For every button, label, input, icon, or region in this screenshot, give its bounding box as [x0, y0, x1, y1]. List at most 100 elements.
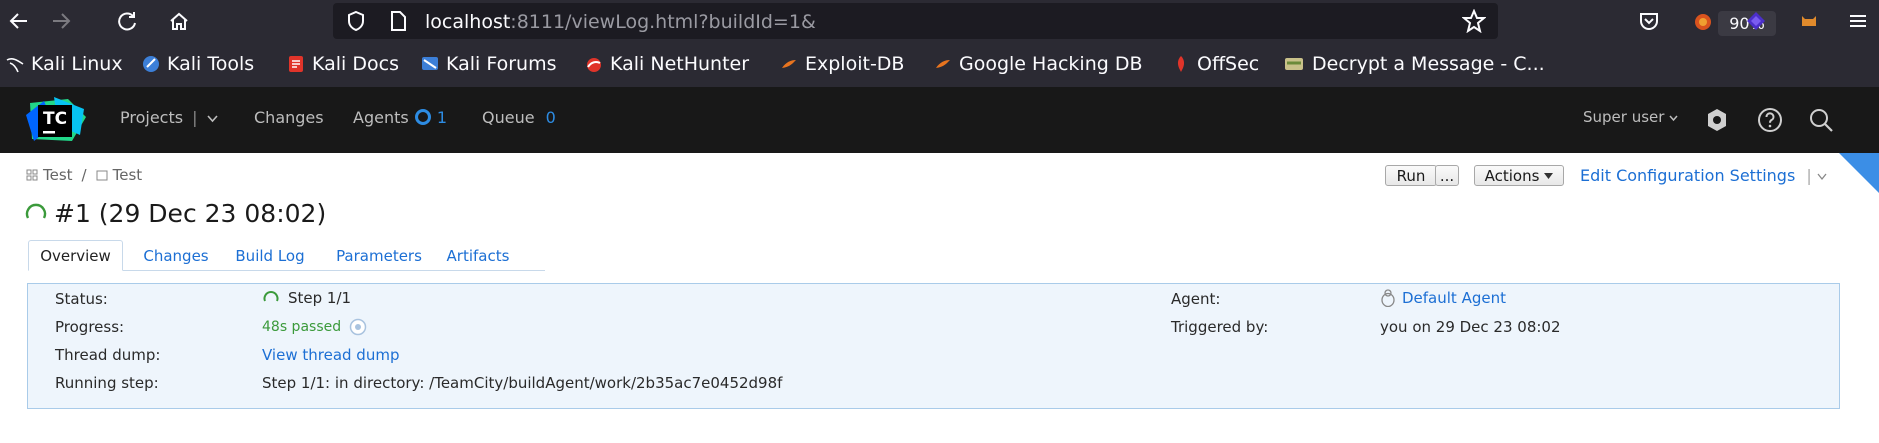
nav-changes[interactable]: Changes	[254, 108, 324, 127]
bookmark-label: Kali Forums	[446, 53, 557, 75]
offsec-icon	[1177, 56, 1185, 72]
bookmark-label: Decrypt a Message - C...	[1312, 53, 1545, 75]
bookmark-kali-docs[interactable]: Kali Docs	[287, 53, 399, 75]
nav-projects-label: Projects	[120, 108, 184, 127]
url-text[interactable]: localhost:8111/viewLog.html?buildId=1&	[425, 11, 816, 33]
browser-toolbar: localhost:8111/viewLog.html?buildId=1& 9…	[0, 0, 1879, 42]
chevron-down-icon[interactable]	[1817, 173, 1827, 181]
user-name: Super user	[1583, 108, 1665, 126]
bookmark-exploit-db[interactable]: Exploit-DB	[780, 53, 904, 75]
status-value: Step 1/1	[262, 289, 351, 307]
user-menu[interactable]: Super user	[1583, 108, 1678, 126]
bookmark-google-hacking-db[interactable]: Google Hacking DB	[934, 53, 1143, 75]
teamcity-header: TC Projects | Changes Agents 1 Queue 0 S…	[0, 87, 1879, 153]
stop-build-icon[interactable]	[349, 318, 367, 336]
chevron-down-icon	[1669, 115, 1678, 122]
teamcity-logo[interactable]: TC	[24, 95, 90, 145]
bookmark-label: Kali Tools	[167, 53, 255, 75]
bookmark-kali-forums[interactable]: Kali Forums	[421, 53, 557, 75]
project-grid-icon	[26, 169, 38, 181]
tab-changes[interactable]: Changes	[135, 240, 217, 271]
ghdb-icon	[936, 60, 950, 68]
agent-name: Default Agent	[1402, 289, 1506, 307]
chevron-down-icon[interactable]	[207, 115, 218, 123]
thread-dump-label: Thread dump:	[55, 346, 161, 364]
page-icon[interactable]	[385, 8, 411, 34]
edit-configuration-link[interactable]: Edit Configuration Settings |	[1580, 166, 1827, 185]
menu-icon[interactable]	[1845, 8, 1871, 34]
url-host: localhost	[425, 11, 511, 33]
nav-agents[interactable]: Agents 1	[353, 108, 447, 127]
triggered-by-label: Triggered by:	[1171, 318, 1269, 336]
linux-penguin-icon	[1381, 289, 1395, 307]
running-spinner-icon	[25, 203, 47, 219]
tab-build-log[interactable]: Build Log	[230, 240, 310, 271]
breadcrumb-config[interactable]: Test	[113, 166, 143, 184]
new-ui-corner-badge[interactable]	[1839, 153, 1879, 193]
admin-gear-icon[interactable]	[1704, 107, 1730, 137]
build-tabs: Overview Changes Build Log Parameters Ar…	[28, 240, 545, 271]
kali-forums-icon	[422, 57, 438, 70]
reload-icon[interactable]	[114, 8, 140, 34]
nav-projects[interactable]: Projects |	[120, 108, 218, 127]
bookmark-label: Google Hacking DB	[959, 53, 1143, 75]
build-config-icon	[96, 170, 108, 181]
agents-count: 1	[436, 108, 448, 127]
run-options-button[interactable]: ...	[1435, 165, 1459, 186]
running-step-label: Running step:	[55, 374, 159, 392]
running-spinner-icon	[263, 291, 279, 302]
search-icon[interactable]	[1808, 107, 1834, 137]
agent-value[interactable]: Default Agent	[1380, 289, 1506, 307]
actions-label: Actions	[1484, 166, 1540, 185]
nav-queue[interactable]: Queue 0	[482, 108, 556, 127]
agent-status-ring-icon	[414, 109, 431, 125]
bookmarks-bar: Kali Linux Kali Tools Kali Docs Kali For…	[0, 42, 1879, 87]
bookmark-decrypt-message[interactable]: Decrypt a Message - C...	[1283, 53, 1545, 75]
bookmark-label: Kali Docs	[312, 53, 399, 75]
bookmark-label: Kali Linux	[31, 53, 123, 75]
kali-docs-icon	[289, 56, 303, 72]
view-thread-dump-link[interactable]: View thread dump	[262, 346, 399, 364]
actions-button[interactable]: Actions	[1474, 165, 1564, 186]
build-details-panel: Status: Step 1/1 Progress: 48s passed Th…	[27, 283, 1840, 409]
tab-parameters[interactable]: Parameters	[331, 240, 427, 271]
shield-icon[interactable]	[343, 8, 369, 34]
bookmark-kali-tools[interactable]: Kali Tools	[142, 53, 254, 75]
help-icon[interactable]	[1757, 107, 1783, 137]
kali-tools-icon	[143, 56, 159, 72]
agent-label: Agent:	[1171, 290, 1221, 308]
toolbar-separator: |	[1806, 166, 1812, 185]
bookmark-kali-linux[interactable]: Kali Linux	[6, 53, 123, 75]
bookmark-offsec[interactable]: OffSec	[1172, 53, 1259, 75]
nav-queue-label: Queue	[482, 108, 535, 127]
status-step: Step 1/1	[288, 289, 352, 307]
chevron-down-icon	[1544, 172, 1554, 179]
bookmark-kali-nethunter[interactable]: Kali NetHunter	[585, 53, 749, 75]
url-bar[interactable]: localhost:8111/viewLog.html?buildId=1& 9…	[333, 3, 1776, 39]
progress-time: 48s passed	[262, 319, 342, 335]
back-arrow-icon[interactable]	[6, 8, 32, 34]
breadcrumb-separator: /	[81, 166, 87, 184]
bookmark-label: Exploit-DB	[805, 53, 905, 75]
home-icon[interactable]	[166, 8, 192, 34]
run-button[interactable]: Run	[1385, 165, 1437, 186]
bookmark-star-icon[interactable]	[1461, 8, 1487, 34]
running-step-value: Step 1/1: in directory: /TeamCity/buildA…	[262, 374, 783, 392]
extension-cat-icon[interactable]	[1796, 8, 1822, 34]
exploit-db-icon	[782, 60, 796, 68]
extension-hex-icon[interactable]	[1743, 8, 1769, 34]
pocket-icon[interactable]	[1636, 8, 1662, 34]
bookmark-label: Kali NetHunter	[610, 53, 750, 75]
nav-agents-label: Agents	[353, 108, 409, 127]
page-title: #1 (29 Dec 23 08:02)	[24, 199, 326, 228]
status-label: Status:	[55, 290, 108, 308]
tab-artifacts[interactable]: Artifacts	[440, 240, 516, 271]
progress-label: Progress:	[55, 318, 125, 336]
teamcity-logo-text: TC	[43, 109, 67, 129]
extension-fox-icon[interactable]	[1690, 8, 1716, 34]
tab-overview[interactable]: Overview	[28, 240, 123, 271]
forward-arrow-icon[interactable]	[48, 8, 74, 34]
nethunter-icon	[587, 58, 601, 72]
breadcrumb-project[interactable]: Test	[43, 166, 73, 184]
progress-value: 48s passed	[262, 318, 367, 336]
